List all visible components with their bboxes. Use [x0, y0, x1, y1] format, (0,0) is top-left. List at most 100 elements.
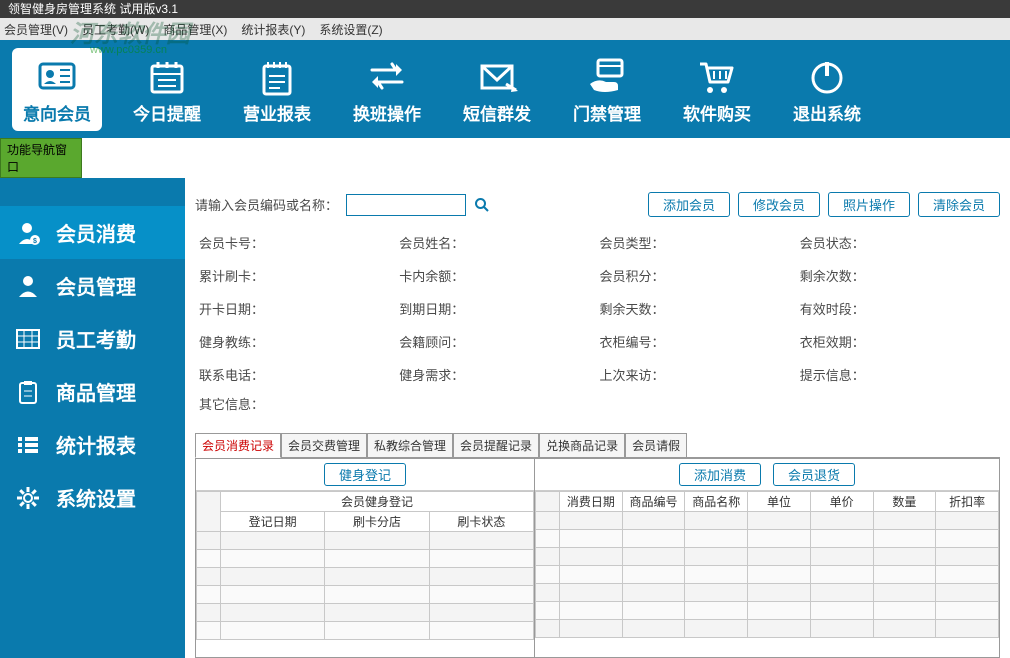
- col-header: 商品名称: [685, 492, 748, 512]
- toolbar-label: 今日提醒: [133, 100, 201, 125]
- checkin-group-header: 会员健身登记: [221, 492, 534, 512]
- photo-button[interactable]: 照片操作: [828, 192, 910, 217]
- menu-report[interactable]: 统计报表(Y): [241, 21, 305, 38]
- search-row: 请输入会员编码或名称： 添加会员 修改会员 照片操作 清除会员: [195, 192, 1000, 217]
- sidebar-item-settings[interactable]: 系统设置: [0, 471, 185, 524]
- search-icon[interactable]: [474, 197, 490, 213]
- detail-field: 剩余天数：: [600, 299, 800, 318]
- table-row[interactable]: [536, 602, 999, 620]
- person-dollar-icon: $: [14, 219, 42, 247]
- sidebar-item-consume[interactable]: $会员消费: [0, 206, 185, 259]
- add-member-button[interactable]: 添加会员: [648, 192, 730, 217]
- table-row[interactable]: [536, 512, 999, 530]
- toolbar-label: 意向会员: [23, 100, 91, 125]
- subtab-1[interactable]: 会员交费管理: [281, 433, 367, 457]
- nav-window-handle[interactable]: 功能导航窗口: [0, 138, 82, 178]
- gear-icon: [14, 484, 42, 512]
- detail-field: 衣柜效期：: [800, 332, 1000, 351]
- detail-field: 卡内余额：: [399, 266, 599, 285]
- search-input[interactable]: [346, 194, 466, 216]
- checkin-table[interactable]: 会员健身登记 登记日期刷卡分店刷卡状态: [196, 491, 534, 657]
- detail-field: 有效时段：: [800, 299, 1000, 318]
- consume-table[interactable]: 消费日期商品编号商品名称单位单价数量折扣率: [535, 491, 999, 657]
- table-row[interactable]: [197, 622, 534, 640]
- menu-setting[interactable]: 系统设置(Z): [319, 21, 382, 38]
- power-icon: [804, 54, 850, 98]
- subtab-0[interactable]: 会员消费记录: [195, 433, 281, 458]
- sidebar-item-goods[interactable]: 商品管理: [0, 365, 185, 418]
- detail-field: 会员卡号：: [199, 233, 399, 252]
- detail-field: 会员积分：: [600, 266, 800, 285]
- toolbar-buy[interactable]: 软件购买: [672, 48, 762, 131]
- col-header: 单位: [748, 492, 811, 512]
- sidebar-item-label: 系统设置: [56, 483, 136, 512]
- col-header: 刷卡状态: [429, 512, 533, 532]
- detail-field: 到期日期：: [399, 299, 599, 318]
- menu-bar: 会员管理(V) 员工考勤(W) 商品管理(X) 统计报表(Y) 系统设置(Z): [0, 18, 1010, 40]
- detail-field: 提示信息：: [800, 365, 1000, 384]
- main-toolbar: 意向会员 今日提醒 营业报表 换班操作 短信群发门禁管理软件购买 退出系统: [0, 40, 1010, 138]
- edit-member-button[interactable]: 修改会员: [738, 192, 820, 217]
- table-row[interactable]: [536, 620, 999, 638]
- toolbar-sales[interactable]: 营业报表: [232, 48, 322, 131]
- sidebar-item-stats[interactable]: 统计报表: [0, 418, 185, 471]
- add-consume-button[interactable]: 添加消费: [679, 463, 761, 486]
- clear-member-button[interactable]: 清除会员: [918, 192, 1000, 217]
- detail-field: 会籍顾问：: [399, 332, 599, 351]
- subtab-4[interactable]: 兑换商品记录: [539, 433, 625, 457]
- table-row[interactable]: [536, 584, 999, 602]
- col-header: 商品编号: [622, 492, 685, 512]
- menu-staff[interactable]: 员工考勤(W): [82, 21, 149, 38]
- toolbar-label: 软件购买: [683, 100, 751, 125]
- menu-member[interactable]: 会员管理(V): [4, 21, 68, 38]
- refund-button[interactable]: 会员退货: [773, 463, 855, 486]
- calendar-icon: [144, 54, 190, 98]
- col-header: 刷卡分店: [325, 512, 429, 532]
- sidebar-item-member[interactable]: 会员管理: [0, 259, 185, 312]
- toolbar-sms[interactable]: 短信群发: [452, 48, 542, 131]
- person-icon: [14, 272, 42, 300]
- col-header: 数量: [873, 492, 936, 512]
- toolbar-exit[interactable]: 退出系统: [782, 48, 872, 131]
- sidebar-item-label: 会员管理: [56, 271, 136, 300]
- sidebar-item-label: 统计报表: [56, 430, 136, 459]
- checkin-button[interactable]: 健身登记: [324, 463, 406, 486]
- col-header: 单价: [810, 492, 873, 512]
- table-row[interactable]: [197, 550, 534, 568]
- notepad-icon: [254, 54, 300, 98]
- table-row[interactable]: [197, 568, 534, 586]
- menu-product[interactable]: 商品管理(X): [163, 21, 227, 38]
- other-info: 其它信息：: [195, 394, 1000, 413]
- main-panel: 请输入会员编码或名称： 添加会员 修改会员 照片操作 清除会员 会员卡号：会员姓…: [185, 178, 1010, 658]
- window-title: 领智健身房管理系统 试用版v3.1: [8, 2, 178, 16]
- subtab-2[interactable]: 私教综合管理: [367, 433, 453, 457]
- toolbar-intent[interactable]: 意向会员: [12, 48, 102, 131]
- toolbar-label: 退出系统: [793, 100, 861, 125]
- envelope-icon: [474, 54, 520, 98]
- table-row[interactable]: [197, 532, 534, 550]
- toolbar-label: 换班操作: [353, 100, 421, 125]
- toolbar-shift[interactable]: 换班操作: [342, 48, 432, 131]
- toolbar-label: 营业报表: [243, 100, 311, 125]
- toolbar-access[interactable]: 门禁管理: [562, 48, 652, 131]
- sidebar-item-label: 员工考勤: [56, 324, 136, 353]
- subtab-3[interactable]: 会员提醒记录: [453, 433, 539, 457]
- detail-field: 上次来访：: [600, 365, 800, 384]
- table-row[interactable]: [536, 530, 999, 548]
- detail-field: 健身教练：: [199, 332, 399, 351]
- table-row[interactable]: [197, 604, 534, 622]
- svg-text:$: $: [33, 238, 37, 245]
- list-icon: [14, 431, 42, 459]
- detail-field: 累计刷卡：: [199, 266, 399, 285]
- table-row[interactable]: [197, 586, 534, 604]
- subtab-5[interactable]: 会员请假: [625, 433, 687, 457]
- table-row[interactable]: [536, 548, 999, 566]
- toolbar-today[interactable]: 今日提醒: [122, 48, 212, 131]
- grid-icon: [14, 325, 42, 353]
- table-row[interactable]: [536, 566, 999, 584]
- checkin-pane: 健身登记 会员健身登记 登记日期刷卡分店刷卡状态: [195, 458, 535, 658]
- sidebar-item-attend[interactable]: 员工考勤: [0, 312, 185, 365]
- detail-field: 衣柜编号：: [600, 332, 800, 351]
- search-label: 请输入会员编码或名称：: [195, 195, 338, 214]
- swap-icon: [364, 54, 410, 98]
